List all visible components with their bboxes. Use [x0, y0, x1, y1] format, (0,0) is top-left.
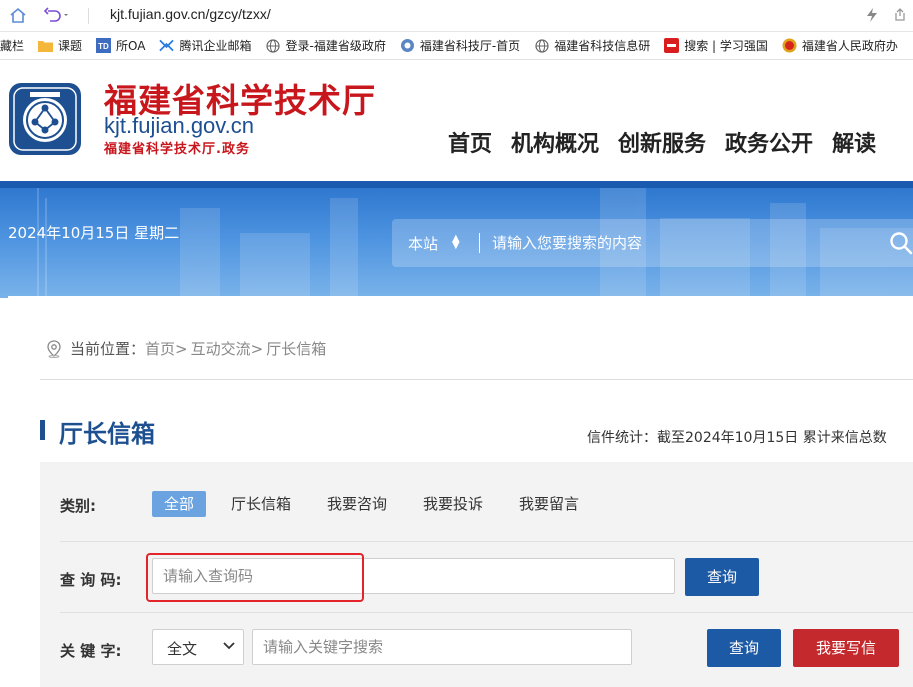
nav-home[interactable]: 首页: [448, 126, 492, 158]
location-pin-icon: [47, 339, 61, 358]
bookmark-item[interactable]: 收藏栏: [0, 37, 24, 54]
undo-button[interactable]: [40, 4, 72, 26]
category-message[interactable]: 我要留言: [507, 491, 591, 517]
bookmark-item[interactable]: 福建省科技信息研: [534, 37, 650, 54]
category-consult[interactable]: 我要咨询: [315, 491, 399, 517]
search-scope-select[interactable]: 本站: [408, 233, 438, 254]
category-label: 类别:: [60, 497, 96, 515]
query-code-submit-button[interactable]: 查询: [685, 558, 759, 596]
site-search-box: 本站 ▲ ▼: [392, 219, 913, 267]
site-search-input[interactable]: [492, 229, 872, 257]
browser-address-bar: kjt.fujian.gov.cn/gzcy/tzxx/: [0, 0, 913, 32]
share-icon[interactable]: [891, 6, 909, 24]
chevron-down-icon: [223, 642, 235, 650]
filter-row-divider: [60, 612, 913, 613]
kjt-icon: [400, 38, 415, 53]
date-text: 2024年10月15日 星期二: [8, 224, 180, 242]
xuexi-icon: [664, 38, 680, 53]
site-subtitle: 福建省科学技术厅.政务: [104, 142, 250, 157]
emblem-icon: [782, 38, 797, 53]
search-icon[interactable]: [889, 231, 913, 255]
bookmarks-bar: 收藏栏 课题 TD 所OA 腾讯企业邮箱 登录-福建省级政府 福建省科技厅-首页…: [0, 32, 913, 60]
search-separator: [479, 233, 480, 253]
home-button[interactable]: [6, 4, 30, 26]
keyword-scope-select[interactable]: 全文: [152, 629, 244, 665]
main-nav: 首页 机构概况 创新服务 政务公开 解读: [448, 126, 895, 158]
bookmark-item[interactable]: 腾讯企业邮箱: [159, 37, 252, 54]
site-domain: kjt.fujian.gov.cn: [104, 113, 255, 138]
breadcrumb-interaction[interactable]: 互动交流: [191, 338, 251, 359]
keyword-search-button[interactable]: 查询: [707, 629, 781, 667]
breadcrumb-director-mailbox[interactable]: 厅长信箱: [266, 338, 326, 359]
site-header: 福建省科学技术厅 kjt.fujian.gov.cn 福建省科学技术厅.政务 首…: [0, 60, 913, 181]
breadcrumb-home[interactable]: 首页: [145, 338, 175, 359]
letter-stats: 信件统计：截至2024年10月15日 累计来信总数: [587, 430, 887, 446]
breadcrumb-separator: >: [250, 339, 264, 358]
bookmark-item[interactable]: TD 所OA: [96, 37, 145, 54]
folder-icon: [38, 38, 54, 53]
keyword-search-input[interactable]: [252, 629, 632, 665]
globe-icon: [534, 38, 549, 53]
keyword-label: 关 键 字:: [60, 642, 122, 660]
header-rule: [0, 181, 913, 188]
nav-government-affairs[interactable]: 政务公开: [725, 126, 813, 158]
category-complaint[interactable]: 我要投诉: [411, 491, 495, 517]
breadcrumb-prefix: 当前位置：: [70, 340, 146, 358]
breadcrumb-divider: [40, 379, 913, 380]
category-director-mailbox[interactable]: 厅长信箱: [219, 491, 303, 517]
url-field[interactable]: kjt.fujian.gov.cn/gzcy/tzxx/: [110, 6, 271, 22]
category-all[interactable]: 全部: [152, 491, 207, 517]
home-icon: [10, 7, 26, 23]
site-logo-emblem[interactable]: [8, 82, 82, 156]
bookmark-item[interactable]: 福建省科技厅-首页: [400, 37, 520, 54]
bookmark-item[interactable]: 登录-福建省级政府: [266, 37, 386, 54]
breadcrumb-separator: >: [175, 339, 188, 358]
filter-row-divider: [60, 541, 913, 542]
section-title-marker: [40, 420, 45, 440]
breadcrumb: 当前位置： 首页 > 互动交流 > 厅长信箱: [46, 338, 326, 359]
nav-organization[interactable]: 机构概况: [511, 126, 599, 158]
tencent-mail-icon: [159, 38, 175, 53]
bookmark-item[interactable]: 福建省人民政府办: [782, 37, 898, 54]
bookmark-item[interactable]: 搜索 | 学习强国: [664, 37, 768, 54]
undo-icon: [43, 7, 68, 22]
nav-interpretation[interactable]: 解读: [832, 126, 876, 158]
write-letter-button[interactable]: 我要写信: [793, 629, 899, 667]
keyword-scope-value: 全文: [167, 640, 198, 658]
bar-divider: [88, 8, 89, 24]
globe-icon: [266, 38, 281, 53]
td-icon: TD: [96, 38, 112, 53]
nav-innovation-services[interactable]: 创新服务: [618, 126, 706, 158]
query-code-input[interactable]: [152, 558, 675, 594]
query-code-label: 查 询 码:: [60, 571, 122, 589]
banner: 2024年10月15日 星期二 本站 ▲ ▼: [0, 188, 913, 298]
scope-sort-icon[interactable]: ▲ ▼: [452, 234, 460, 251]
bookmark-item[interactable]: 课题: [38, 37, 82, 54]
section-title: 厅长信箱: [59, 420, 155, 448]
svg-text:TD: TD: [98, 42, 109, 51]
lightning-icon[interactable]: [863, 6, 881, 24]
